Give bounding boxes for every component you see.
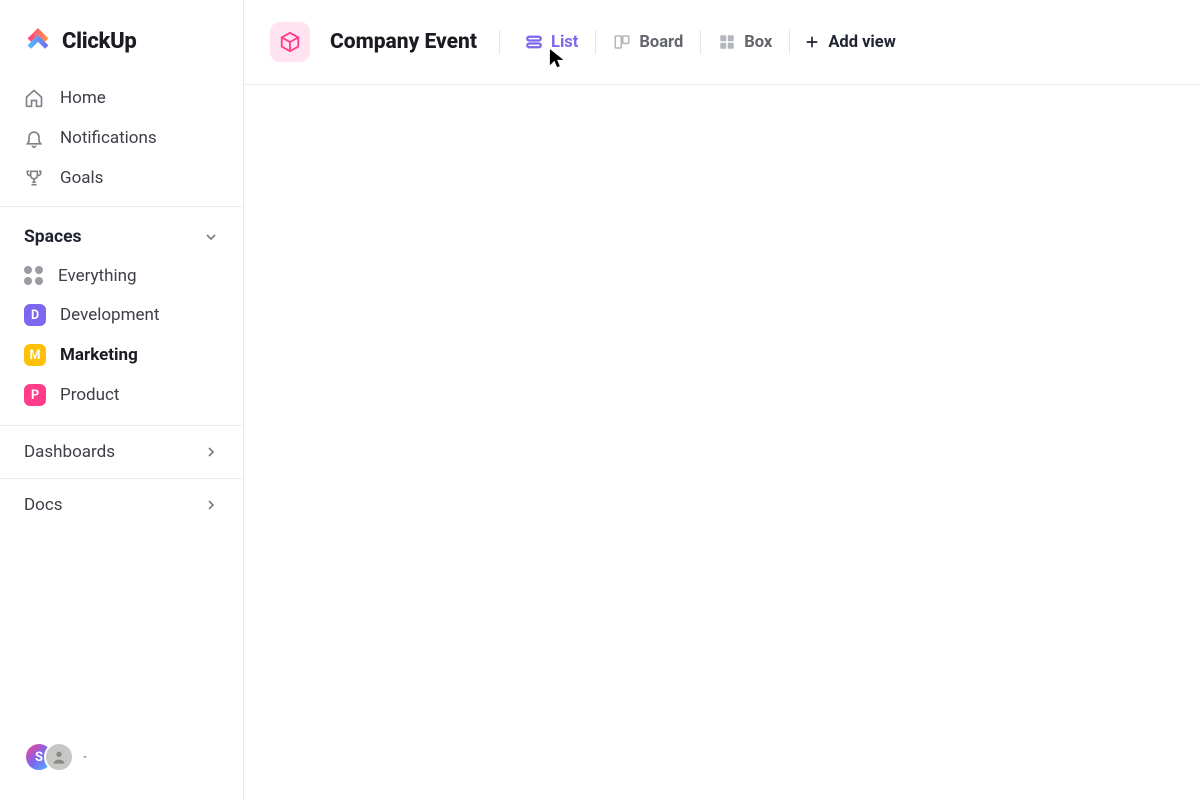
space-label: Marketing <box>60 345 138 365</box>
sidebar: ClickUp Home Notifications Goals Spaces <box>0 0 244 800</box>
topbar: Company Event List Board Box <box>244 0 1200 84</box>
sidebar-item-development[interactable]: D Development <box>0 295 243 335</box>
add-view-label: Add view <box>828 33 896 52</box>
sidebar-item-marketing[interactable]: M Marketing <box>0 335 243 375</box>
view-tabs: List Board Box Add view <box>508 27 910 58</box>
content-area <box>244 84 1200 800</box>
divider <box>499 30 500 54</box>
view-label: Board <box>639 33 683 52</box>
item-label: Docs <box>24 495 63 515</box>
brand-logo[interactable]: ClickUp <box>0 0 243 78</box>
spaces-section: Spaces Everything D Development M Market… <box>0 206 243 425</box>
view-tab-list[interactable]: List <box>508 27 595 58</box>
space-badge-icon: D <box>24 304 46 326</box>
view-label: Box <box>744 33 772 52</box>
list-icon <box>525 33 543 51</box>
person-icon <box>51 749 67 765</box>
caret-down-icon <box>80 752 90 762</box>
sidebar-item-docs[interactable]: Docs <box>0 478 243 531</box>
page-title: Company Event <box>330 30 477 54</box>
item-label: Dashboards <box>24 442 115 462</box>
nav-notifications[interactable]: Notifications <box>8 118 235 158</box>
trophy-icon <box>24 168 44 188</box>
clickup-logo-icon <box>24 28 52 54</box>
sidebar-item-dashboards[interactable]: Dashboards <box>0 425 243 478</box>
view-tab-box[interactable]: Box <box>701 27 789 58</box>
view-label: List <box>551 33 578 52</box>
space-badge-icon: M <box>24 344 46 366</box>
brand-name: ClickUp <box>62 29 137 54</box>
nav-label: Home <box>60 88 106 108</box>
nav-label: Goals <box>60 168 103 188</box>
space-label: Development <box>60 305 159 325</box>
sidebar-item-product[interactable]: P Product <box>0 375 243 415</box>
page-icon[interactable] <box>270 22 310 62</box>
space-label: Everything <box>58 266 137 286</box>
bell-icon <box>24 128 44 148</box>
cube-icon <box>279 31 301 53</box>
sidebar-item-everything[interactable]: Everything <box>0 257 243 295</box>
nav-label: Notifications <box>60 128 157 148</box>
chevron-right-icon <box>203 444 219 460</box>
user-avatars[interactable]: S <box>0 742 243 800</box>
avatar <box>44 742 74 772</box>
spaces-header[interactable]: Spaces <box>0 221 243 257</box>
main: Company Event List Board Box <box>244 0 1200 800</box>
plus-icon <box>804 34 820 50</box>
nav-home[interactable]: Home <box>8 78 235 118</box>
view-tab-board[interactable]: Board <box>596 27 700 58</box>
grid-dots-icon <box>24 266 44 286</box>
space-label: Product <box>60 385 119 405</box>
chevron-down-icon <box>203 229 219 245</box>
board-icon <box>613 33 631 51</box>
box-icon <box>718 33 736 51</box>
chevron-right-icon <box>203 497 219 513</box>
primary-nav: Home Notifications Goals <box>0 78 243 206</box>
home-icon <box>24 88 44 108</box>
nav-goals[interactable]: Goals <box>8 158 235 198</box>
add-view-button[interactable]: Add view <box>790 27 910 58</box>
section-title: Spaces <box>24 227 82 247</box>
space-badge-icon: P <box>24 384 46 406</box>
